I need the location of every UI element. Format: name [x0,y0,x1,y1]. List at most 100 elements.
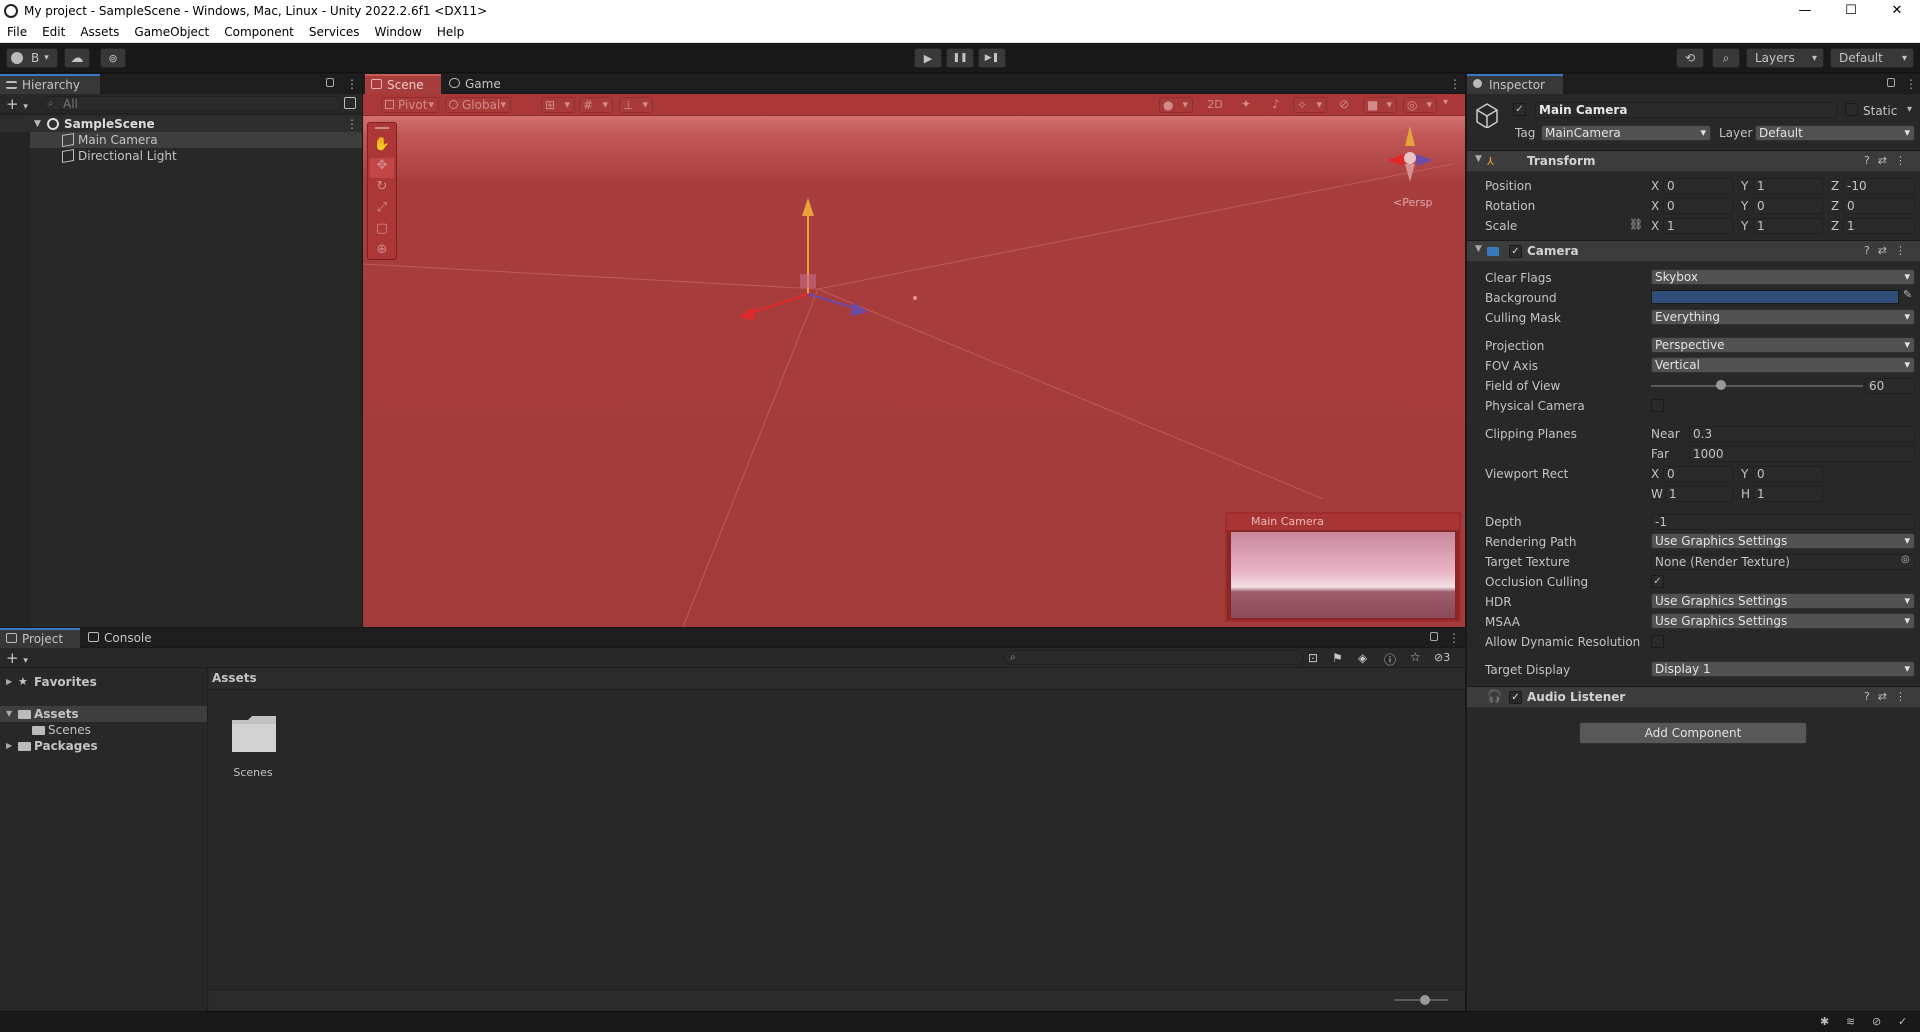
layout-dropdown[interactable]: Default ▾ [1830,48,1914,68]
clear-flags-dropdown[interactable]: Skybox [1651,269,1915,285]
tab-hierarchy[interactable]: Hierarchy [0,74,100,94]
dynamic-resolution-checkbox[interactable] [1651,635,1664,648]
tab-project[interactable]: Project [0,628,80,648]
static-checkbox[interactable] [1845,103,1858,116]
rotation-z-field[interactable]: 0 [1843,198,1915,214]
component-tools-icons[interactable]: ?⇄⋮ [1864,154,1914,167]
project-search-input[interactable]: ⌕ [1004,650,1304,665]
minimize-button[interactable]: — [1782,0,1828,22]
static-dropdown-icon[interactable]: ▾ [1907,104,1912,115]
hierarchy-item-main-camera[interactable]: Main Camera [30,132,362,148]
auto-generate-lighting-icon[interactable]: ⊘ [1872,1015,1881,1028]
fov-slider-thumb[interactable] [1715,380,1726,390]
history-button[interactable]: ⟲ [1676,48,1704,68]
inspector-lock-icon[interactable] [1887,78,1895,87]
cloud-button[interactable]: ☁ [64,48,90,68]
create-asset-button[interactable]: + ▾ [6,649,28,667]
hierarchy-menu-button[interactable]: ⋮ [346,76,358,92]
project-breadcrumb[interactable]: Assets [212,671,257,685]
hierarchy-search-input[interactable]: ⌕ All [42,96,342,111]
rendering-path-dropdown[interactable]: Use Graphics Settings [1651,533,1915,549]
cache-server-icon[interactable]: ≋ [1846,1015,1855,1028]
component-tools-icons[interactable]: ?⇄⋮ [1864,244,1914,257]
scene-viewport[interactable]: Pivot Global ⊞ # ⊥ ● 2D ✦ ♪ ✧ ⊘ ■ ◎ ▾ ✋ … [363,94,1465,627]
viewport-y-field[interactable]: 0 [1753,466,1823,482]
viewport-x-field[interactable]: 0 [1663,466,1733,482]
tab-scene[interactable]: Scene [365,74,441,94]
project-lock-icon[interactable] [1430,632,1438,641]
scene-row[interactable]: ▼ SampleScene ⋮ [0,116,362,132]
background-color-swatch[interactable] [1651,290,1899,304]
progress-check-icon[interactable]: ✓ [1898,1015,1907,1028]
play-button[interactable]: ▶ [914,48,942,68]
label-icon[interactable]: ◈ [1358,651,1367,665]
rotation-x-field[interactable]: 0 [1663,198,1733,214]
tab-game[interactable]: Game [443,74,513,94]
menu-help[interactable]: Help [430,25,472,39]
menu-file[interactable]: File [0,25,35,39]
hierarchy-item-directional-light[interactable]: Directional Light [30,148,362,164]
physical-camera-checkbox[interactable] [1651,399,1664,412]
scale-z-field[interactable]: 1 [1843,218,1915,234]
fov-field[interactable]: 60 [1865,378,1915,394]
far-field[interactable]: 1000 [1689,446,1915,462]
menu-edit[interactable]: Edit [35,25,73,39]
menu-assets[interactable]: Assets [73,25,127,39]
layers-dropdown[interactable]: Layers ▾ [1746,48,1824,68]
position-y-field[interactable]: 1 [1753,178,1823,194]
tag-dropdown[interactable]: MainCamera [1541,125,1711,141]
account-dropdown[interactable]: B ▾ [6,48,58,68]
add-object-button[interactable]: + ▾ [6,95,28,113]
collab-button[interactable]: ⊚ [100,48,126,68]
menu-component[interactable]: Component [217,25,302,39]
search-button[interactable]: ⌕ [1712,48,1740,68]
tab-console[interactable]: Console [82,628,162,648]
rotation-y-field[interactable]: 0 [1753,198,1823,214]
scenes-folder-item[interactable]: Scenes [0,722,207,738]
inspector-menu-button[interactable]: ⋮ [1905,76,1917,92]
lock-icon[interactable] [326,78,334,87]
scene-visibility-icon[interactable] [344,97,356,109]
occlusion-culling-checkbox[interactable]: ✓ [1651,575,1664,588]
assets-folder-item[interactable]: ▼ Assets [0,706,207,722]
add-component-button[interactable]: Add Component [1579,722,1807,744]
close-button[interactable]: ✕ [1874,0,1920,22]
position-z-field[interactable]: -10 [1843,178,1915,194]
packages-folder-item[interactable]: ▶ Packages [0,738,207,754]
viewport-h-field[interactable]: 1 [1753,486,1823,502]
camera-enabled-checkbox[interactable]: ✓ [1509,245,1522,258]
scene-menu-button[interactable]: ⋮ [1449,76,1461,92]
eyedropper-icon[interactable]: ✎ [1903,288,1912,301]
object-name-field[interactable]: Main Camera [1535,102,1837,118]
importer-info-icon[interactable]: ⓘ [1384,651,1396,668]
menu-services[interactable]: Services [302,25,368,39]
viewport-w-field[interactable]: 1 [1665,486,1733,502]
target-texture-field[interactable]: None (Render Texture) [1651,554,1915,570]
target-display-dropdown[interactable]: Display 1 [1651,661,1915,677]
fov-slider-track[interactable] [1651,385,1863,387]
favorites-star-icon[interactable]: ☆ [1410,650,1421,664]
scenes-folder-tile[interactable] [230,712,280,758]
constrain-proportions-icon[interactable]: ⛓ [1629,218,1643,231]
projection-toggle[interactable]: <Persp [1393,196,1432,209]
search-by-label-icon[interactable]: ⚑ [1332,651,1343,665]
object-picker-icon[interactable]: ◎ [1901,554,1910,565]
tab-inspector[interactable]: Inspector [1467,74,1563,94]
depth-field[interactable]: -1 [1651,514,1915,530]
maximize-button[interactable]: ☐ [1828,0,1874,22]
scene-menu-button[interactable]: ⋮ [346,116,358,132]
camera-component-header[interactable]: ▼ ✓ Camera ?⇄⋮ [1467,240,1920,262]
favorites-item[interactable]: ▶ ★ Favorites [0,674,207,690]
component-tools-icons[interactable]: ?⇄⋮ [1864,690,1914,703]
hidden-packages-toggle[interactable]: ⊘3 [1434,651,1450,664]
fov-axis-dropdown[interactable]: Vertical [1651,357,1915,373]
menu-gameobject[interactable]: GameObject [127,25,217,39]
pause-button[interactable]: ❚❚ [946,48,974,68]
projection-dropdown[interactable]: Perspective [1651,337,1915,353]
culling-mask-dropdown[interactable]: Everything [1651,309,1915,325]
near-field[interactable]: 0.3 [1689,426,1915,442]
scale-y-field[interactable]: 1 [1753,218,1823,234]
debug-icon[interactable]: ✱ [1820,1015,1829,1028]
search-by-type-icon[interactable]: ⊡ [1308,651,1318,665]
menu-window[interactable]: Window [368,25,430,39]
